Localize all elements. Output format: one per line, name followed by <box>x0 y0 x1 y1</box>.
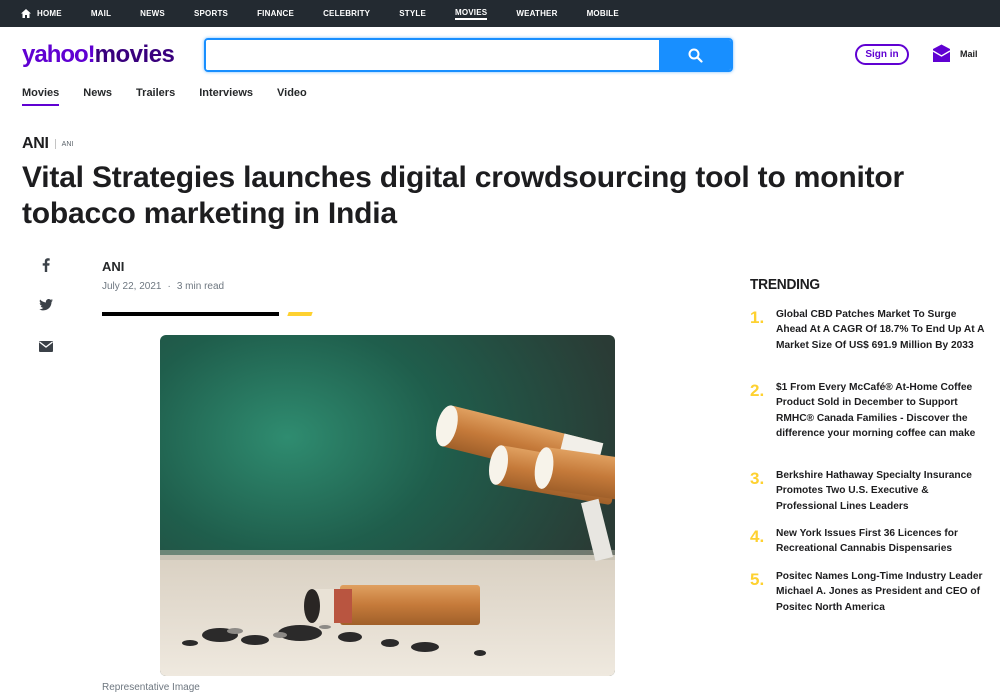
article-meta: July 22, 2021 · 3 min read <box>102 281 224 292</box>
read-time: 3 min read <box>176 281 225 292</box>
trending-rank: 3. <box>750 469 765 488</box>
site-header: yahoo!movies Sign in Mail <box>0 27 1000 83</box>
nav-item-movies[interactable]: MOVIES <box>454 7 488 20</box>
trending-rank: 5. <box>750 570 765 589</box>
article-image[interactable] <box>160 335 615 676</box>
yahoo-movies-logo[interactable]: yahoo!movies <box>22 41 175 69</box>
source-name: ANI <box>61 140 74 148</box>
logo-yahoo-text: yahoo! <box>22 41 96 68</box>
logo-section-text: movies <box>94 41 175 68</box>
nav-item-label: HOME <box>37 9 62 18</box>
search-input[interactable] <box>206 40 659 70</box>
nav-item-label: FINANCE <box>257 9 295 18</box>
nav-item-label: SPORTS <box>193 9 229 18</box>
trending-heading: TRENDING <box>750 276 820 293</box>
article-source: ANI ANI <box>22 135 73 153</box>
search-box <box>204 38 733 72</box>
tab-movies[interactable]: Movies <box>22 87 60 106</box>
byline-divider <box>102 312 279 316</box>
mail-label: Mail <box>960 48 978 59</box>
author-name[interactable]: ANI <box>102 259 224 274</box>
trending-item[interactable]: 3. Berkshire Hathaway Specialty Insuranc… <box>750 468 986 514</box>
article-headline: Vital Strategies launches digital crowds… <box>22 161 904 230</box>
nav-item-label: WEATHER <box>516 9 558 18</box>
nav-item-label: STYLE <box>399 9 426 18</box>
nav-item-style[interactable]: STYLE <box>399 9 426 18</box>
search-button[interactable] <box>659 40 731 70</box>
email-icon <box>39 340 53 352</box>
trending-link[interactable]: $1 From Every McCafé® At-Home Coffee Pro… <box>776 380 986 441</box>
trending-item[interactable]: 5. Positec Names Long-Time Industry Lead… <box>750 569 986 615</box>
tab-interviews[interactable]: Interviews <box>199 87 253 106</box>
twitter-icon <box>39 299 53 311</box>
share-facebook-button[interactable] <box>38 257 54 273</box>
search-icon <box>688 48 703 63</box>
nav-item-celebrity[interactable]: CELEBRITY <box>323 9 370 18</box>
nav-item-label: MAIL <box>90 9 112 18</box>
tab-news[interactable]: News <box>83 87 112 106</box>
mail-icon <box>932 44 951 62</box>
image-caption: Representative Image <box>102 682 200 693</box>
byline-accent <box>287 312 313 316</box>
nav-item-home[interactable]: HOME <box>21 9 62 18</box>
nav-item-label: NEWS <box>140 9 165 18</box>
trending-item[interactable]: 2. $1 From Every McCafé® At-Home Coffee … <box>750 380 986 441</box>
share-twitter-button[interactable] <box>38 297 54 313</box>
nav-item-mail[interactable]: MAIL <box>91 9 111 18</box>
trending-rank: 2. <box>750 381 765 400</box>
nav-item-label: CELEBRITY <box>323 9 371 18</box>
trending-item[interactable]: 4. New York Issues First 36 Licences for… <box>750 526 986 557</box>
trending-link[interactable]: Positec Names Long-Time Industry Leader … <box>776 569 986 615</box>
source-logo-text[interactable]: ANI <box>22 135 49 153</box>
nav-item-mobile[interactable]: MOBILE <box>587 9 619 18</box>
facebook-icon <box>42 258 50 272</box>
trending-rank: 4. <box>750 527 765 546</box>
tab-video[interactable]: Video <box>277 87 307 106</box>
cigarettes-photo <box>160 335 615 676</box>
publish-date: July 22, 2021 <box>102 281 162 292</box>
nav-item-label: MOVIES <box>454 7 488 17</box>
article-byline: ANI July 22, 2021 · 3 min read <box>102 259 224 292</box>
mail-link[interactable]: Mail <box>932 44 978 63</box>
trending-item[interactable]: 1. Global CBD Patches Market To Surge Ah… <box>750 307 986 353</box>
nav-item-news[interactable]: NEWS <box>140 9 165 18</box>
nav-item-label: MOBILE <box>586 9 619 18</box>
trending-rank: 1. <box>750 308 765 327</box>
top-nav-bar: HOME MAIL NEWS SPORTS FINANCE CELEBRITY … <box>0 0 1000 27</box>
nav-item-weather[interactable]: WEATHER <box>516 9 557 18</box>
tab-trailers[interactable]: Trailers <box>136 87 175 106</box>
trending-link[interactable]: Berkshire Hathaway Specialty Insurance P… <box>776 468 986 514</box>
meta-separator: · <box>167 281 171 292</box>
section-nav: Movies News Trailers Interviews Video <box>22 87 331 106</box>
nav-item-sports[interactable]: SPORTS <box>194 9 228 18</box>
sign-in-button[interactable]: Sign in <box>855 44 909 65</box>
divider <box>54 139 56 149</box>
home-icon <box>21 9 31 18</box>
share-email-button[interactable] <box>38 338 54 354</box>
trending-link[interactable]: Global CBD Patches Market To Surge Ahead… <box>776 307 986 353</box>
trending-link[interactable]: New York Issues First 36 Licences for Re… <box>776 526 986 557</box>
nav-item-finance[interactable]: FINANCE <box>257 9 294 18</box>
